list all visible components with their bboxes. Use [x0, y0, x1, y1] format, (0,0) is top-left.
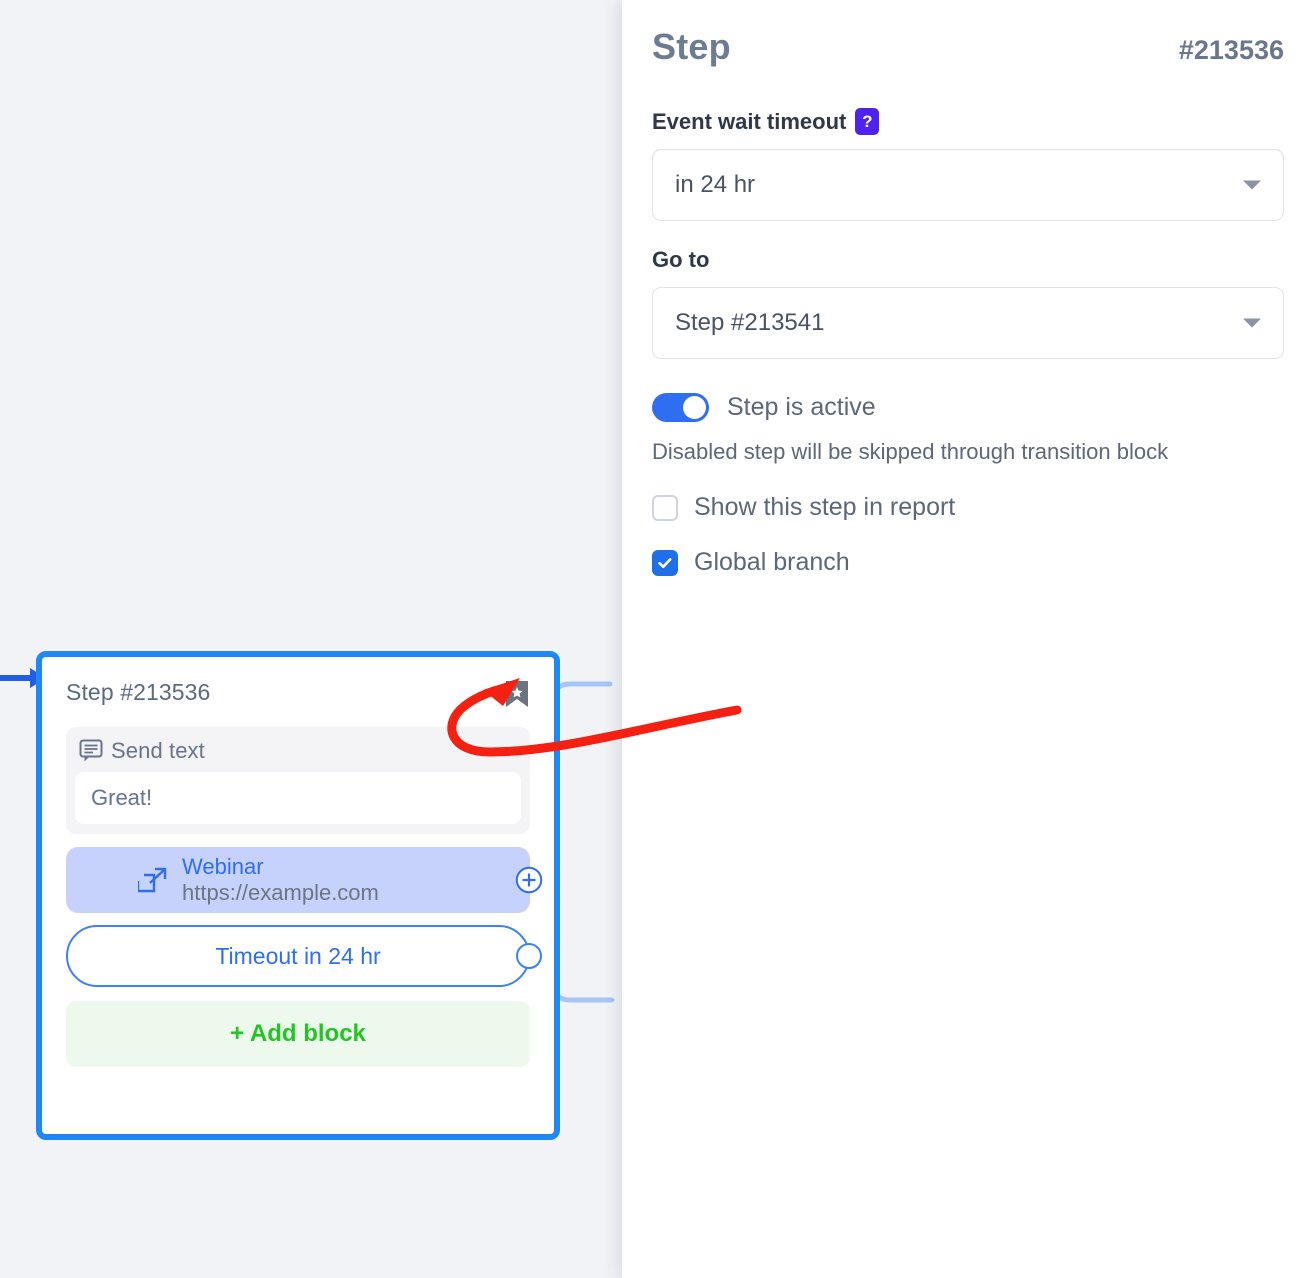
plus-circle-icon[interactable] — [515, 866, 543, 894]
go-to-label-text: Go to — [652, 247, 709, 273]
check-icon — [656, 554, 674, 572]
step-card-title: Step #213536 — [66, 679, 210, 706]
timeout-block[interactable]: Timeout in 24 hr — [66, 925, 530, 987]
webinar-texts: Webinar https://example.com — [182, 854, 379, 905]
step-active-label: Step is active — [727, 393, 876, 422]
flow-canvas[interactable]: Step #213536 — [0, 0, 622, 1278]
webinar-url: https://example.com — [182, 880, 379, 906]
step-active-toggle[interactable] — [652, 393, 709, 422]
go-to-value: Step #213541 — [675, 309, 824, 337]
connector-port-icon[interactable] — [516, 943, 542, 969]
webinar-link-block[interactable]: Webinar https://example.com — [66, 847, 530, 913]
step-active-row[interactable]: Step is active — [652, 393, 1284, 422]
external-link-icon — [138, 865, 168, 895]
step-active-hint: Disabled step will be skipped through tr… — [652, 436, 1252, 467]
send-text-header: Send text — [75, 736, 521, 772]
add-block-button[interactable]: + Add block — [66, 1001, 530, 1067]
bookmark-star-icon[interactable] — [504, 679, 530, 709]
event-wait-timeout-label-text: Event wait timeout — [652, 109, 846, 135]
step-card-selection-frame[interactable]: Step #213536 — [36, 651, 560, 1140]
event-wait-timeout-value: in 24 hr — [675, 171, 755, 199]
message-bubble-icon — [79, 739, 105, 763]
page-title: Step — [652, 26, 731, 68]
app-root: Step #213536 — [0, 0, 1314, 1278]
step-card-header: Step #213536 — [66, 679, 530, 713]
toggle-knob — [683, 396, 706, 419]
step-card[interactable]: Step #213536 — [42, 657, 554, 1134]
show-in-report-label: Show this step in report — [694, 493, 955, 522]
step-settings-panel: Step #213536 Event wait timeout ? in 24 … — [622, 0, 1314, 1278]
add-block-label: + Add block — [230, 1020, 366, 1048]
go-to-select[interactable]: Step #213541 — [652, 287, 1284, 359]
chevron-down-icon — [1243, 319, 1261, 328]
send-text-message[interactable]: Great! — [75, 772, 521, 824]
global-branch-row[interactable]: Global branch — [652, 548, 1284, 577]
webinar-name: Webinar — [182, 854, 379, 880]
event-wait-timeout-select[interactable]: in 24 hr — [652, 149, 1284, 221]
show-in-report-checkbox[interactable] — [652, 495, 678, 521]
send-text-label: Send text — [111, 738, 205, 764]
go-to-label: Go to — [652, 247, 1284, 273]
timeout-label: Timeout in 24 hr — [215, 943, 380, 970]
send-text-block[interactable]: Send text Great! — [66, 727, 530, 834]
help-icon[interactable]: ? — [855, 108, 879, 135]
event-wait-timeout-label: Event wait timeout ? — [652, 108, 1284, 135]
step-id-label: #213536 — [1179, 35, 1284, 66]
show-in-report-row[interactable]: Show this step in report — [652, 493, 1284, 522]
global-branch-label: Global branch — [694, 548, 850, 577]
global-branch-checkbox[interactable] — [652, 550, 678, 576]
chevron-down-icon — [1243, 181, 1261, 190]
panel-header: Step #213536 — [652, 26, 1284, 82]
